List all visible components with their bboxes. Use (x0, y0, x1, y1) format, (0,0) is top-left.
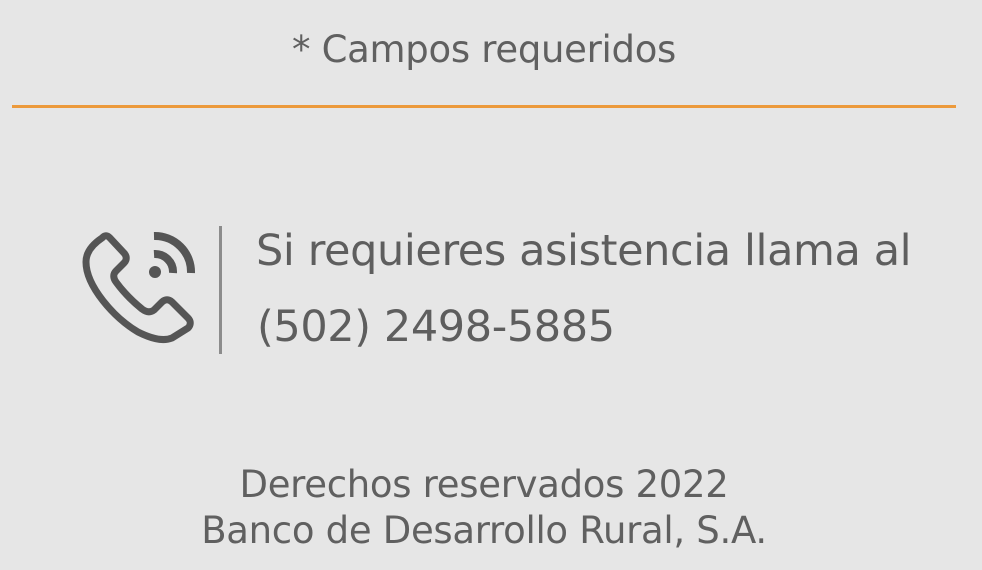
required-fields-note: * Campos requeridos (291, 28, 677, 71)
copyright-text: Derechos reservados 2022 (239, 463, 729, 506)
support-text: Si requieres asistencia llama al (256, 226, 912, 276)
footer: Derechos reservados 2022 Banco de Desarr… (0, 462, 968, 554)
orange-divider (12, 105, 956, 108)
support-phone-number: (502) 2498-5885 (257, 302, 615, 352)
vertical-separator (219, 226, 222, 354)
phone-ringing-icon (82, 231, 196, 344)
company-name: Banco de Desarrollo Rural, S.A. (201, 509, 767, 552)
